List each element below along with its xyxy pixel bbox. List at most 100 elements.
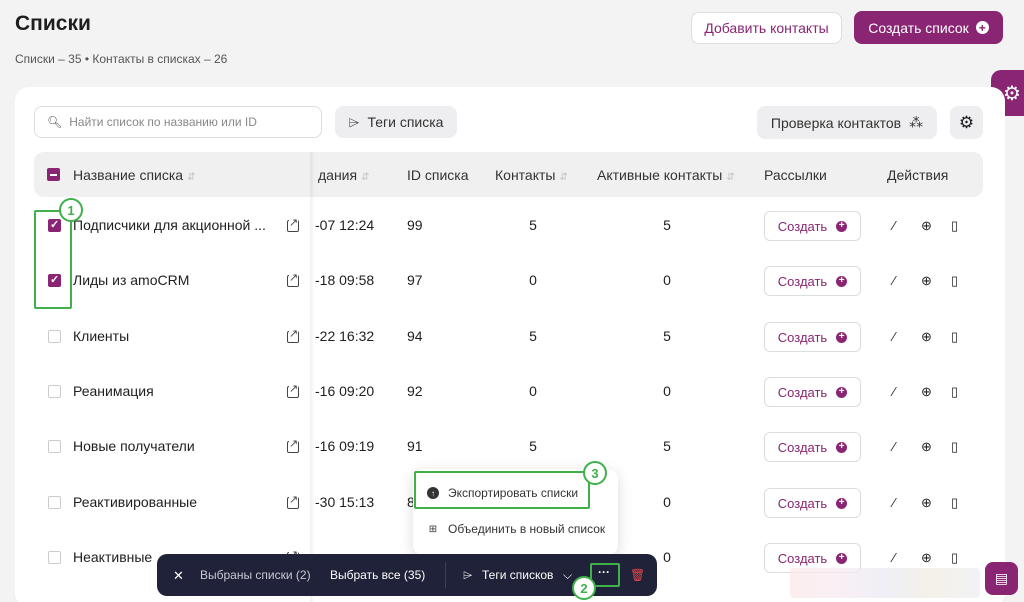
create-mailing-button[interactable]: Создать + — [764, 432, 861, 462]
header-date[interactable]: дания ⇵ — [318, 167, 369, 183]
check-contacts-label: Проверка контактов — [770, 114, 902, 131]
list-name[interactable]: Реанимация — [73, 383, 154, 399]
contacts-count: 0 — [529, 272, 537, 288]
export-highlight — [414, 471, 590, 509]
list-id: 94 — [407, 328, 423, 344]
external-link-icon[interactable] — [287, 217, 299, 232]
external-link-icon[interactable] — [287, 494, 299, 509]
download-icon[interactable]: ⊕ — [921, 273, 932, 289]
created-date: -16 09:20 — [315, 383, 375, 399]
trash-icon[interactable]: 🗑︎ — [630, 568, 645, 582]
magic-wand-icon[interactable]: ⁄ — [893, 495, 895, 510]
created-date: -07 12:24 — [315, 217, 375, 233]
magic-wand-icon[interactable]: ⁄ — [893, 218, 895, 233]
magic-wand-icon[interactable]: ⁄ — [893, 550, 895, 565]
list-tags-dropdown[interactable]: Теги списков — [482, 568, 553, 582]
trash-icon[interactable]: ▯ — [951, 329, 958, 345]
trash-icon[interactable]: ▯ — [951, 218, 958, 234]
magic-wand-icon[interactable]: ⁄ — [893, 439, 895, 454]
search-input[interactable]: 🔍︎ Найти список по названию или ID — [34, 106, 322, 138]
header-active-contacts[interactable]: Активные контакты ⇵ — [597, 167, 735, 183]
magic-wand-icon: ⁂ — [909, 114, 924, 130]
plus-icon: + — [836, 552, 848, 564]
magic-wand-icon[interactable]: ⁄ — [893, 273, 895, 288]
step-badge-2: 2 — [572, 576, 596, 600]
download-icon[interactable]: ⊕ — [921, 218, 932, 234]
external-link-icon[interactable] — [287, 272, 299, 287]
close-icon[interactable]: ✕ — [173, 568, 184, 584]
sort-icon: ⇵ — [726, 172, 735, 183]
plus-icon: + — [836, 386, 848, 398]
active-contacts-count: 0 — [663, 494, 671, 510]
page-title: Списки — [15, 12, 91, 35]
active-contacts-count: 5 — [663, 328, 671, 344]
download-icon[interactable]: ⊕ — [921, 550, 932, 566]
create-mailing-button[interactable]: Создать + — [764, 322, 861, 352]
check-contacts-button[interactable]: Проверка контактов ⁂ — [757, 106, 937, 139]
create-mailing-button[interactable]: Создать + — [764, 488, 861, 518]
trash-icon[interactable]: ▯ — [951, 550, 958, 566]
list-name[interactable]: Реактивированные — [73, 494, 197, 510]
trash-icon[interactable]: ▯ — [951, 384, 958, 400]
plus-icon: + — [836, 331, 848, 343]
contacts-count: 5 — [529, 438, 537, 454]
list-id: 91 — [407, 438, 423, 454]
list-name[interactable]: Клиенты — [73, 328, 129, 344]
create-mailing-label: Создать — [777, 273, 828, 289]
list-id: 97 — [407, 272, 423, 288]
magic-wand-icon[interactable]: ⁄ — [893, 329, 895, 344]
created-date: -18 09:58 — [315, 272, 375, 288]
list-name[interactable]: Подписчики для акционной ... — [73, 217, 266, 233]
list-name[interactable]: Новые получатели — [73, 438, 195, 454]
table-settings-gear-icon[interactable]: ⚙ — [950, 106, 983, 139]
list-id: 92 — [407, 383, 423, 399]
download-icon[interactable]: ⊕ — [921, 495, 932, 511]
page-subtitle: Списки – 35 • Контакты в списках – 26 — [15, 52, 228, 66]
active-contacts-count: 0 — [663, 383, 671, 399]
create-mailing-button[interactable]: Создать + — [764, 211, 861, 241]
row-checkbox[interactable] — [48, 440, 61, 453]
trash-icon[interactable]: ▯ — [951, 273, 958, 289]
trash-icon[interactable]: ▯ — [951, 495, 958, 511]
step-badge-1: 1 — [59, 198, 83, 222]
external-link-icon[interactable] — [287, 383, 299, 398]
create-mailing-label: Создать — [777, 439, 828, 455]
trash-icon[interactable]: ▯ — [951, 439, 958, 455]
add-contacts-button[interactable]: Добавить контакты — [691, 12, 842, 44]
search-icon: 🔍︎ — [47, 115, 63, 129]
sort-icon: ⇵ — [559, 172, 568, 183]
list-name[interactable]: Лиды из amoCRM — [73, 272, 189, 288]
create-mailing-label: Создать — [777, 329, 828, 345]
step-badge-3: 3 — [583, 461, 607, 485]
download-icon[interactable]: ⊕ — [921, 329, 932, 345]
create-mailing-label: Создать — [777, 550, 828, 566]
plus-icon: + — [836, 275, 848, 287]
row-checkbox[interactable] — [48, 330, 61, 343]
chevron-down-icon[interactable]: ⌵ — [563, 568, 572, 583]
row-checkbox[interactable] — [48, 551, 61, 564]
external-link-icon[interactable] — [287, 438, 299, 453]
download-icon[interactable]: ⊕ — [921, 384, 932, 400]
list-tags-filter[interactable]: ⌲ Теги списка — [335, 106, 457, 138]
plus-icon: + — [836, 497, 848, 509]
row-checkbox[interactable] — [48, 496, 61, 509]
header-name[interactable]: Название списка ⇵ — [73, 167, 195, 183]
download-icon[interactable]: ⊕ — [921, 439, 932, 455]
create-list-button[interactable]: Создать список + — [854, 11, 1003, 44]
select-all-checkbox[interactable] — [47, 168, 60, 181]
magic-wand-icon[interactable]: ⁄ — [893, 384, 895, 399]
row-checkbox[interactable] — [48, 385, 61, 398]
create-mailing-button[interactable]: Создать + — [764, 377, 861, 407]
external-link-icon[interactable] — [287, 328, 299, 343]
active-contacts-count: 5 — [663, 438, 671, 454]
created-date: -16 09:19 — [315, 438, 375, 454]
chat-icon[interactable]: ▤ — [985, 562, 1018, 595]
active-contacts-count: 5 — [663, 217, 671, 233]
list-id: 99 — [407, 217, 423, 233]
select-all-button[interactable]: Выбрать все (35) — [330, 568, 425, 582]
merge-lists-item[interactable]: ⊞ Объединить в новый список — [427, 522, 605, 536]
active-contacts-count: 0 — [663, 272, 671, 288]
list-name[interactable]: Неактивные — [73, 549, 152, 565]
header-contacts[interactable]: Контакты ⇵ — [495, 167, 568, 183]
create-mailing-button[interactable]: Создать + — [764, 266, 861, 296]
